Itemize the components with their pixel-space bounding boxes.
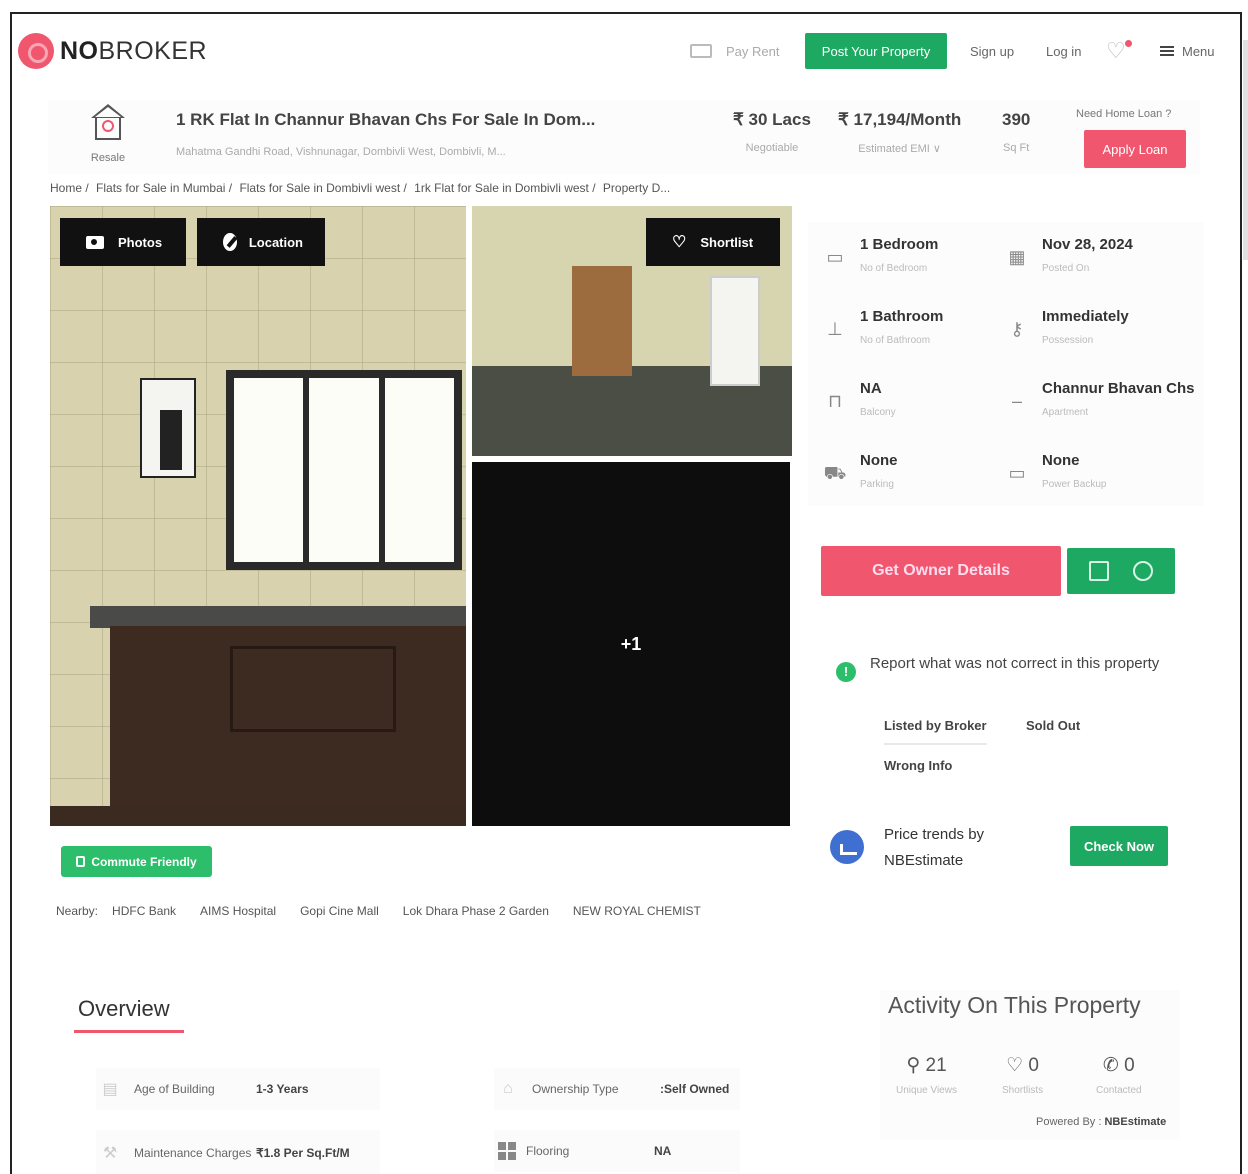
heart-icon: ♡ bbox=[1006, 1055, 1029, 1076]
nearby-item[interactable]: Gopi Cine Mall bbox=[300, 904, 379, 918]
compass-icon bbox=[223, 233, 237, 251]
car-icon: ⛟ bbox=[823, 463, 847, 483]
overview-title[interactable]: Overview bbox=[78, 996, 170, 1022]
chat-icon[interactable] bbox=[1133, 561, 1153, 581]
calendar-icon: ▦ bbox=[1008, 247, 1026, 267]
phone-icon: ✆ bbox=[1102, 1055, 1125, 1076]
property-address: Mahatma Gandhi Road, Vishnunagar, Dombiv… bbox=[176, 146, 506, 158]
nearby-label: Nearby: bbox=[56, 904, 99, 918]
shortlist-button[interactable]: ♡ Shortlist bbox=[646, 218, 780, 266]
camera-icon bbox=[86, 235, 104, 249]
resale-label: Resale bbox=[90, 152, 126, 164]
menu-button[interactable]: Menu bbox=[1160, 34, 1215, 68]
location-button[interactable]: Location bbox=[197, 218, 325, 266]
scrollbar[interactable] bbox=[1243, 40, 1248, 260]
detail-posted-on: ▦ Nov 28, 2024 Posted On bbox=[1004, 236, 1132, 274]
area-stat: 390 Sq Ft bbox=[1002, 110, 1031, 154]
overview-underline bbox=[74, 1030, 184, 1033]
property-title: 1 RK Flat In Channur Bhavan Chs For Sale… bbox=[176, 110, 596, 129]
logo-icon bbox=[18, 33, 54, 69]
detail-bedroom: ▭ 1 Bedroom No of Bedroom bbox=[822, 236, 938, 274]
check-now-button[interactable]: Check Now bbox=[1070, 826, 1168, 866]
detail-bathroom: ⊥ 1 Bathroom No of Bathroom bbox=[822, 308, 943, 346]
bed-icon: ▭ bbox=[826, 247, 844, 267]
calendar-icon[interactable] bbox=[1089, 561, 1109, 581]
overview-age: ▤ Age of Building 1-3 Years bbox=[96, 1068, 380, 1110]
notification-dot bbox=[1125, 40, 1132, 47]
report-panel: ! Report what was not correct in this pr… bbox=[820, 640, 1180, 810]
nearby-item[interactable]: NEW ROYAL CHEMIST bbox=[573, 904, 701, 918]
nearby-list: Nearby: HDFC Bank AIMS Hospital Gopi Cin… bbox=[56, 904, 725, 918]
hamburger-icon bbox=[1160, 46, 1174, 56]
detail-apartment: – Channur Bhavan Chs Apartment bbox=[1004, 380, 1195, 418]
breadcrumb-home[interactable]: Home / bbox=[50, 181, 89, 195]
activity-contacted: ✆ 0 Contacted bbox=[1096, 1055, 1142, 1096]
building-age-icon: ▤ bbox=[102, 1081, 118, 1098]
bus-icon bbox=[76, 856, 86, 867]
flooring-icon bbox=[498, 1142, 516, 1160]
breadcrumb-current: Property D... bbox=[602, 181, 671, 195]
balcony-icon: ⊓ bbox=[827, 391, 843, 411]
price-trends-text: Price trends by NBEstimate bbox=[884, 826, 985, 869]
more-photos-count: +1 bbox=[620, 633, 642, 654]
get-owner-details-button[interactable]: Get Owner Details bbox=[821, 546, 1061, 596]
detail-balcony: ⊓ NA Balcony bbox=[822, 380, 896, 418]
nobroker-logo[interactable]: NOBROKER bbox=[18, 33, 207, 69]
nearby-item[interactable]: AIMS Hospital bbox=[200, 904, 276, 918]
detail-possession: ⚷ Immediately Possession bbox=[1004, 308, 1128, 346]
breadcrumb-dombivli[interactable]: Flats for Sale in Dombivli west / bbox=[239, 181, 406, 195]
post-property-button[interactable]: Post Your Property bbox=[805, 33, 947, 69]
main-photo[interactable] bbox=[50, 206, 466, 826]
more-photos-tile[interactable]: +1 bbox=[472, 462, 790, 826]
key-icon: ⚷ bbox=[1010, 319, 1024, 339]
apply-loan-button[interactable]: Apply Loan bbox=[1084, 130, 1186, 168]
price-stat: ₹ 30 Lacs Negotiable bbox=[733, 110, 811, 154]
battery-icon: ▭ bbox=[1008, 463, 1026, 483]
report-text: Report what was not correct in this prop… bbox=[870, 655, 1160, 672]
ownership-icon: ⌂ bbox=[503, 1080, 513, 1097]
pay-rent-link[interactable]: Pay Rent bbox=[690, 34, 779, 68]
activity-unique-views: ⚲ 21 Unique Views bbox=[896, 1055, 957, 1096]
report-option-broker[interactable]: Listed by Broker bbox=[884, 718, 987, 745]
log-in-link[interactable]: Log in bbox=[1046, 34, 1081, 68]
overview-ownership: ⌂ Ownership Type :Self Owned bbox=[494, 1068, 740, 1110]
overview-flooring: Flooring NA bbox=[494, 1130, 740, 1172]
heart-icon: ♡ bbox=[672, 234, 687, 251]
favorites-heart-icon[interactable]: ♡ bbox=[1106, 34, 1132, 68]
detail-parking: ⛟ None Parking bbox=[823, 452, 898, 490]
alert-icon: ! bbox=[836, 662, 856, 682]
chart-icon bbox=[830, 830, 864, 864]
emi-stat[interactable]: ₹ 17,194/Month Estimated EMI ∨ bbox=[838, 110, 961, 155]
report-option-wrong-info[interactable]: Wrong Info bbox=[884, 758, 952, 783]
resale-tag: Resale bbox=[80, 104, 136, 164]
breadcrumb: Home / Flats for Sale in Mumbai / Flats … bbox=[50, 181, 674, 195]
bath-icon: ⊥ bbox=[827, 319, 843, 339]
detail-power-backup: ▭ None Power Backup bbox=[1004, 452, 1106, 490]
powered-by: Powered By : NBEstimate bbox=[1036, 1116, 1167, 1128]
commute-friendly-badge[interactable]: Commute Friendly bbox=[61, 846, 212, 877]
building-icon: – bbox=[1011, 391, 1022, 411]
maintenance-icon: ⚒ bbox=[102, 1145, 118, 1162]
activity-shortlists: ♡ 0 Shortlists bbox=[1002, 1055, 1044, 1096]
price-trends-panel: Price trends by NBEstimate Check Now bbox=[820, 814, 1180, 872]
report-option-sold-out[interactable]: Sold Out bbox=[1026, 718, 1080, 743]
logo-text: NOBROKER bbox=[60, 36, 208, 65]
house-icon bbox=[89, 104, 127, 140]
user-icon: ⚲ bbox=[906, 1055, 926, 1076]
schedule-chat-buttons bbox=[1067, 548, 1175, 594]
sign-up-link[interactable]: Sign up bbox=[970, 34, 1014, 68]
photos-button[interactable]: Photos bbox=[60, 218, 186, 266]
home-loan-prompt: Need Home Loan ? bbox=[1076, 108, 1172, 120]
wallet-icon bbox=[690, 44, 712, 58]
breadcrumb-1rk[interactable]: 1rk Flat for Sale in Dombivli west / bbox=[414, 181, 595, 195]
breadcrumb-mumbai[interactable]: Flats for Sale in Mumbai / bbox=[96, 181, 232, 195]
nearby-item[interactable]: Lok Dhara Phase 2 Garden bbox=[403, 904, 549, 918]
activity-title: Activity On This Property bbox=[888, 992, 1141, 1018]
overview-maintenance: ⚒ Maintenance Charges ₹1.8 Per Sq.Ft/M bbox=[96, 1130, 380, 1174]
nearby-item[interactable]: HDFC Bank bbox=[112, 904, 176, 918]
